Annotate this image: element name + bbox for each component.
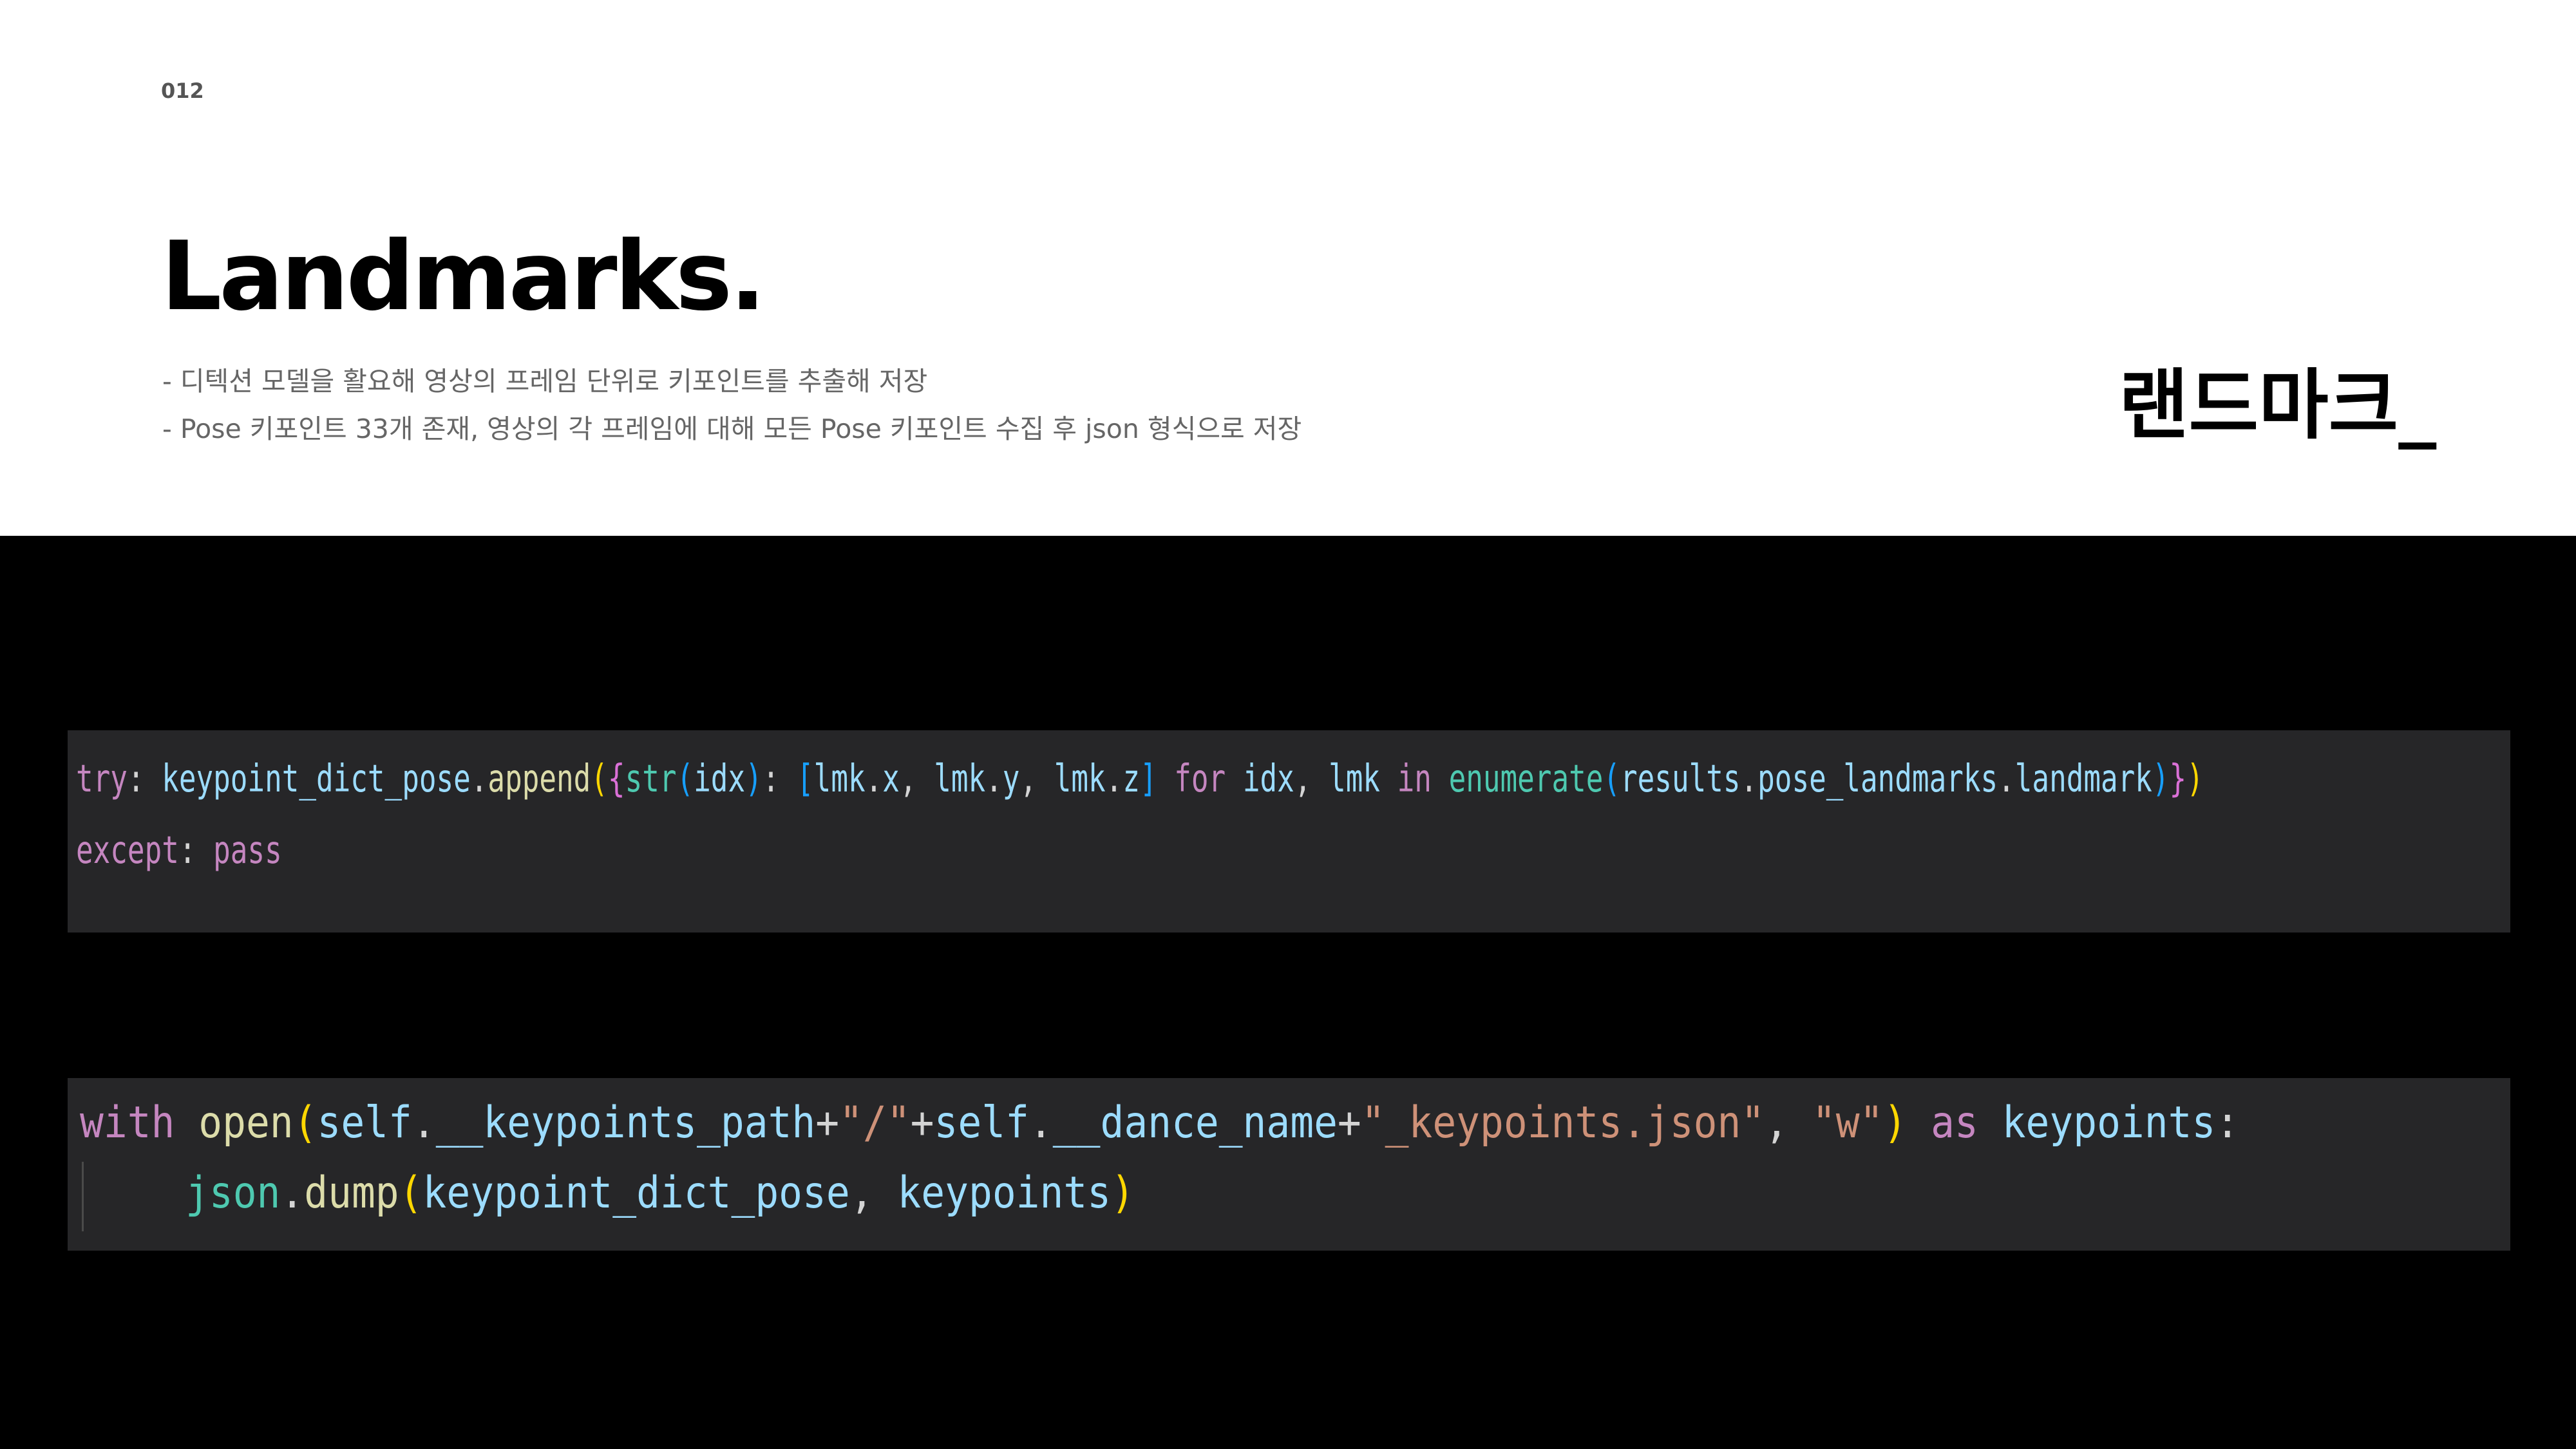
code-line: try: keypoint_dict_pose.append({str(idx)…: [76, 756, 2204, 800]
code-line: except: pass: [76, 828, 282, 872]
description-bullet-1: - 디텍션 모델을 활요해 영상의 프레임 단위로 키포인트를 추출해 저장: [162, 366, 928, 397]
code-line: json.dump(keypoint_dict_pose, keypoints): [185, 1168, 1135, 1218]
code-block-try: try: keypoint_dict_pose.append({str(idx)…: [68, 730, 2510, 933]
code-block-json-dump: with open(self.__keypoints_path+"/"+self…: [68, 1078, 2510, 1251]
indent-guide: [82, 1162, 84, 1231]
code-line: with open(self.__keypoints_path+"/"+self…: [80, 1097, 2240, 1148]
description-bullet-2: - Pose 키포인트 33개 존재, 영상의 각 프레임에 대해 모든 Pos…: [162, 413, 1302, 444]
page-number: 012: [161, 79, 204, 103]
code-section: [0, 536, 2576, 1449]
korean-title: 랜드마크_: [2119, 361, 2437, 450]
slide-title: Landmarks.: [161, 221, 766, 332]
